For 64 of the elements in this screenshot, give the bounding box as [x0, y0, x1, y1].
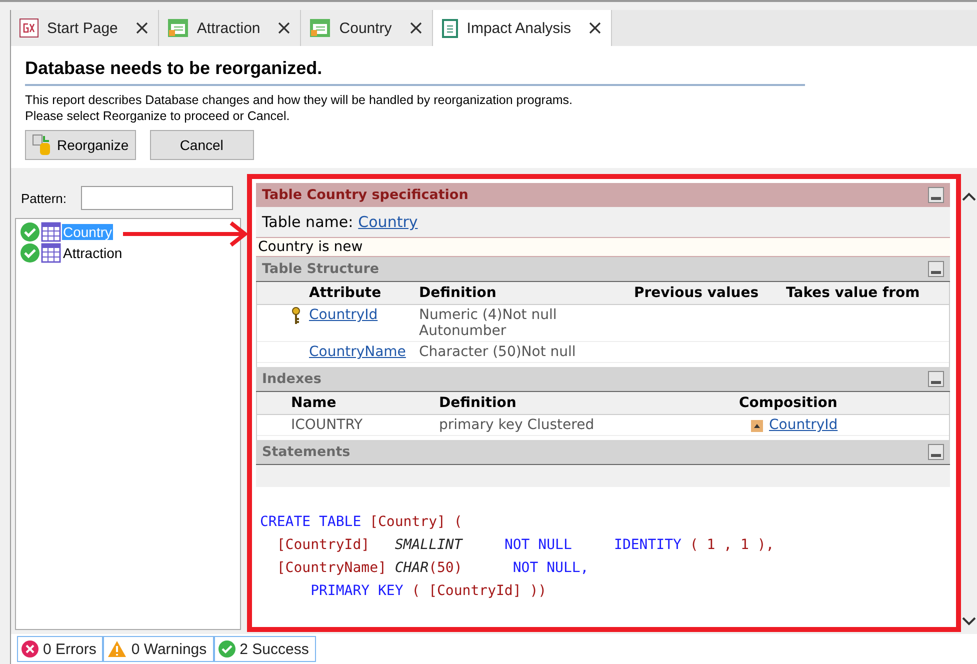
collapse-icon[interactable]	[928, 261, 944, 277]
table-cell: ICOUNTRY	[291, 417, 363, 433]
column-header: Definition	[435, 392, 735, 415]
table-name-label: Table name:	[262, 213, 354, 231]
table-grid-icon	[41, 242, 61, 262]
column-header: Composition	[735, 392, 949, 415]
section-title: Indexes	[262, 371, 322, 387]
table-name-link[interactable]: Country	[358, 213, 418, 231]
success-icon	[218, 640, 236, 658]
status-filter-button[interactable]: 0 Warnings	[103, 636, 214, 662]
collapse-icon[interactable]	[928, 187, 944, 203]
reorganize-button[interactable]: Reorganize	[25, 130, 136, 160]
attribute-link[interactable]: CountryName	[309, 344, 406, 360]
document-tab[interactable]: Start Page	[11, 10, 159, 46]
section-title: Table Country specification	[262, 187, 468, 203]
warning-icon	[107, 640, 128, 658]
description-text: This report describes Database changes and how they will be handled by reorganization programs.	[25, 92, 574, 108]
status-filter-button[interactable]: 0 Errors	[17, 636, 104, 662]
status-note: Country is new	[256, 237, 950, 257]
section-title: Statements	[262, 444, 350, 460]
close-icon[interactable]	[589, 22, 602, 34]
attribute-link[interactable]: CountryId	[309, 307, 378, 323]
collapse-icon[interactable]	[928, 444, 944, 460]
cancel-button[interactable]: Cancel	[150, 130, 254, 160]
close-icon[interactable]	[410, 22, 422, 34]
pattern-field[interactable]	[80, 186, 233, 210]
page-title: Database needs to be reorganized.	[25, 56, 805, 86]
check-icon	[20, 242, 40, 262]
error-icon	[21, 640, 39, 658]
scroll-down-icon[interactable]	[961, 616, 977, 628]
check-icon	[20, 222, 40, 242]
section-title: Table Structure	[262, 261, 380, 277]
column-header: Name	[287, 392, 435, 415]
sort-ascending-icon	[751, 420, 763, 432]
table-cell-text: Autonumber	[419, 323, 508, 339]
sql-code-line: CREATE TABLE [Country] (	[260, 513, 464, 532]
sql-code-line: PRIMARY KEY ( [CountryId] ))	[310, 582, 548, 601]
sql-code-line: [CountryName] CHAR(50) NOT NULL,	[276, 559, 590, 578]
column-header: Attribute	[305, 282, 415, 305]
table-cell: Character (50)Not null	[419, 344, 576, 360]
clipboard-icon	[440, 18, 459, 38]
pattern-label: Pattern:	[21, 190, 67, 206]
table-cell: Numeric (4)Not null	[419, 307, 557, 323]
document-tab[interactable]: Country	[301, 10, 433, 46]
tree-item[interactable]: Attraction	[62, 244, 124, 260]
document-tab[interactable]: Attraction	[158, 10, 302, 46]
collapse-icon[interactable]	[928, 371, 944, 387]
close-icon[interactable]	[278, 22, 290, 34]
description-text: Please select Reorganize to proceed or Cancel.	[25, 108, 291, 124]
column-header: Takes value from	[782, 282, 949, 305]
sql-code-line: [CountryId] SMALLINT NOT NULL IDENTITY ( 1 , 1 ),	[276, 536, 776, 555]
scroll-up-icon[interactable]	[961, 190, 977, 202]
close-icon[interactable]	[136, 22, 148, 34]
logo-icon	[19, 18, 39, 38]
column-header: Definition	[415, 282, 630, 305]
key-icon	[291, 307, 301, 325]
table-form-icon	[309, 18, 332, 38]
table-grid-icon	[41, 222, 61, 242]
status-filter-button[interactable]: 2 Success	[214, 636, 316, 662]
table-cell: primary key Clustered	[439, 417, 594, 433]
composition-link[interactable]: CountryId	[769, 417, 838, 433]
table-form-icon	[166, 18, 189, 38]
column-header: Previous values	[630, 282, 782, 305]
document-tab[interactable]: Impact Analysis	[432, 10, 612, 46]
